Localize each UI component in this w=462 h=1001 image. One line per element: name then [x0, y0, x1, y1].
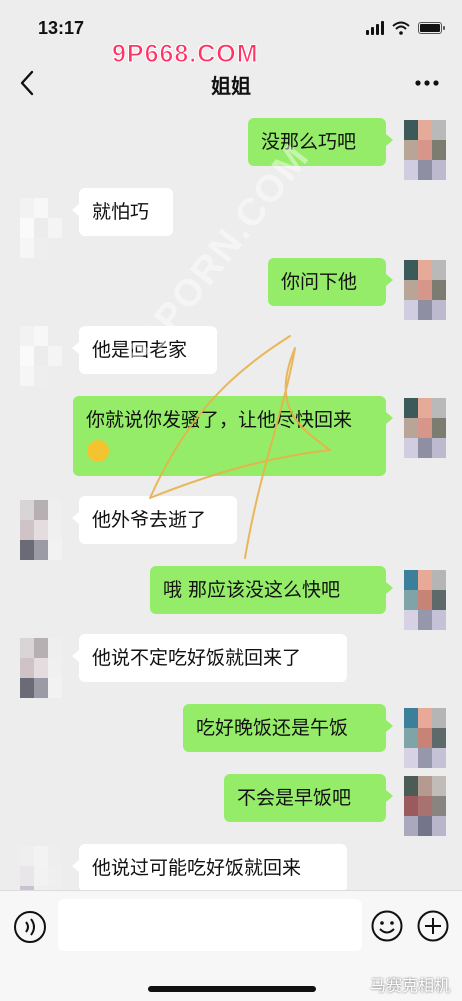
battery-icon: [418, 22, 445, 34]
wifi-icon: [392, 21, 410, 35]
avatar[interactable]: [20, 326, 62, 386]
message-bubble-received[interactable]: 他说不定吃好饭就回来了: [72, 634, 347, 682]
message-bubble-received[interactable]: 他外爷去逝了: [72, 496, 237, 544]
avatar[interactable]: [20, 500, 62, 560]
avatar[interactable]: [20, 638, 62, 698]
status-time: 13:17: [38, 18, 85, 38]
avatar[interactable]: [404, 570, 446, 630]
message-bubble-sent[interactable]: 哦 那应该没这么快吧: [150, 566, 393, 614]
message-bubble-sent[interactable]: 不会是早饭吧: [224, 774, 393, 822]
message-bubble-sent[interactable]: 你就说你发骚了，让他尽快回来: [73, 396, 393, 476]
message-bubble-received[interactable]: 他说过可能吃好饭就回来: [72, 844, 347, 890]
plus-icon[interactable]: [416, 909, 450, 943]
message-bubble-sent[interactable]: 吃好晚饭还是午饭: [183, 704, 393, 752]
signal-icon: [366, 21, 384, 35]
more-dots-icon[interactable]: [412, 66, 442, 100]
avatar[interactable]: [404, 708, 446, 768]
message-input[interactable]: [58, 899, 362, 951]
watermark-top: 9P668.COM: [112, 40, 259, 69]
message-bubble-sent[interactable]: 你问下他: [268, 258, 393, 306]
home-indicator[interactable]: [148, 986, 316, 992]
avatar[interactable]: [404, 776, 446, 836]
status-icons: [366, 20, 445, 36]
avatar[interactable]: [404, 120, 446, 180]
avatar[interactable]: [404, 398, 446, 458]
emoji-icon: [87, 439, 109, 462]
avatar[interactable]: [20, 198, 62, 258]
message-bubble-received[interactable]: 就怕巧: [72, 188, 173, 236]
avatar[interactable]: [404, 260, 446, 320]
avatar[interactable]: [20, 846, 62, 890]
emoji-icon[interactable]: [370, 909, 404, 943]
watermark-bottom: 马赛克相机: [369, 976, 450, 995]
chat-title: 姐姐: [211, 74, 251, 98]
message-text: 你就说你发骚了，让他尽快回来: [86, 409, 353, 431]
voice-icon[interactable]: [12, 909, 48, 945]
